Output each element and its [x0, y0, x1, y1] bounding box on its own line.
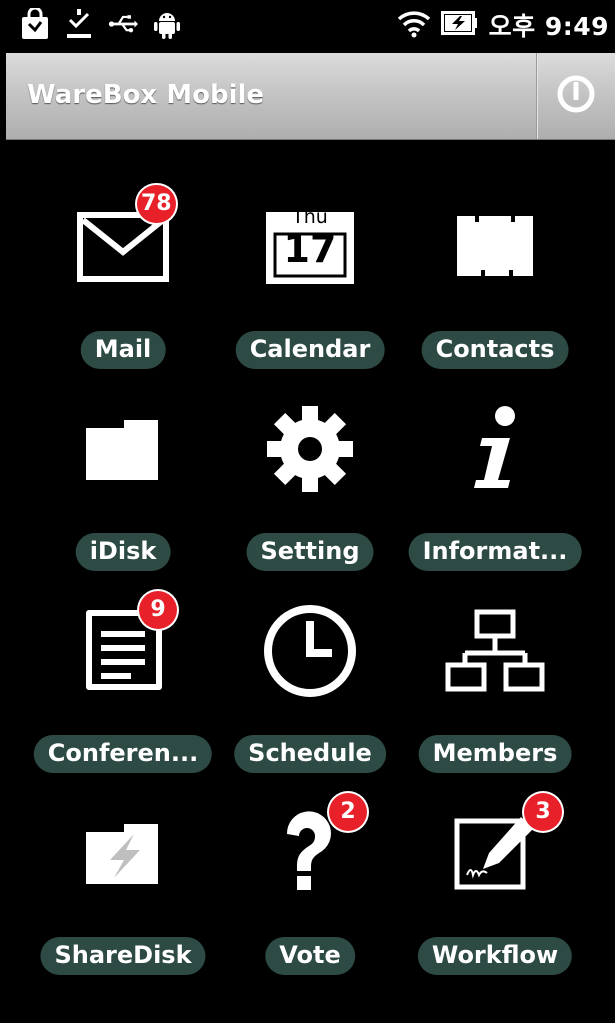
logout-button[interactable] [536, 53, 615, 139]
calendar-day: 17 [283, 227, 337, 271]
contacts-icon [440, 192, 550, 302]
clock-time: 오후 9:49 [488, 12, 609, 41]
mail-badge: 78 [137, 185, 176, 223]
info-icon [440, 394, 550, 504]
vote-badge: 2 [329, 793, 367, 831]
gear-icon [255, 394, 365, 504]
notification-icons [20, 8, 182, 40]
tile-workflow[interactable]: 3 Workflow [400, 793, 590, 988]
tile-information[interactable]: Informat... [400, 394, 590, 584]
calendar-icon: Thu 17 [255, 192, 365, 302]
status-bar: 오후 9:49 [6, 0, 615, 50]
workflow-badge: 3 [524, 793, 562, 831]
org-chart-icon [440, 596, 550, 706]
tile-mail[interactable]: 78 Mail [28, 185, 218, 382]
tile-conference[interactable]: 9 Conferen... [28, 591, 218, 786]
conference-badge: 9 [139, 591, 177, 629]
phone-screen: 오후 9:49 WareBox Mobile 78 Mail Thu 17 Ca… [6, 0, 615, 1023]
calendar-weekday: Thu [292, 206, 328, 228]
tile-label-idisk: iDisk [75, 533, 171, 571]
app-bar: WareBox Mobile [6, 53, 615, 140]
tile-label-workflow: Workflow [417, 937, 573, 975]
tile-label-schedule: Schedule [234, 735, 386, 773]
download-icon [64, 8, 94, 40]
tile-setting[interactable]: Setting [215, 394, 405, 584]
tile-members[interactable]: Members [400, 596, 590, 786]
tile-idisk[interactable]: iDisk [28, 394, 218, 584]
android-icon [152, 8, 182, 40]
tile-label-sharedisk: ShareDisk [40, 937, 206, 975]
folder-icon [68, 394, 178, 504]
power-icon [556, 74, 596, 118]
tile-calendar[interactable]: Thu 17 Calendar [215, 192, 405, 382]
tile-label-members: Members [418, 735, 572, 773]
shared-folder-icon [68, 798, 178, 908]
tile-contacts[interactable]: Contacts [400, 192, 590, 382]
tile-label-vote: Vote [265, 937, 355, 975]
tile-vote[interactable]: 2 Vote [215, 793, 405, 988]
usb-icon [108, 8, 138, 40]
clock-icon [255, 596, 365, 706]
tile-label-conference: Conferen... [33, 735, 213, 773]
tile-label-contacts: Contacts [421, 331, 569, 369]
wifi-icon [397, 8, 431, 42]
tile-schedule[interactable]: Schedule [215, 596, 405, 786]
tile-label-information: Informat... [408, 533, 582, 571]
shopping-bag-icon [20, 8, 50, 40]
tile-label-calendar: Calendar [235, 331, 385, 369]
battery-charging-icon [440, 10, 479, 40]
tile-sharedisk[interactable]: ShareDisk [28, 798, 218, 988]
tile-label-mail: Mail [80, 331, 166, 369]
tile-label-setting: Setting [246, 533, 374, 571]
app-title: WareBox Mobile [27, 80, 265, 110]
